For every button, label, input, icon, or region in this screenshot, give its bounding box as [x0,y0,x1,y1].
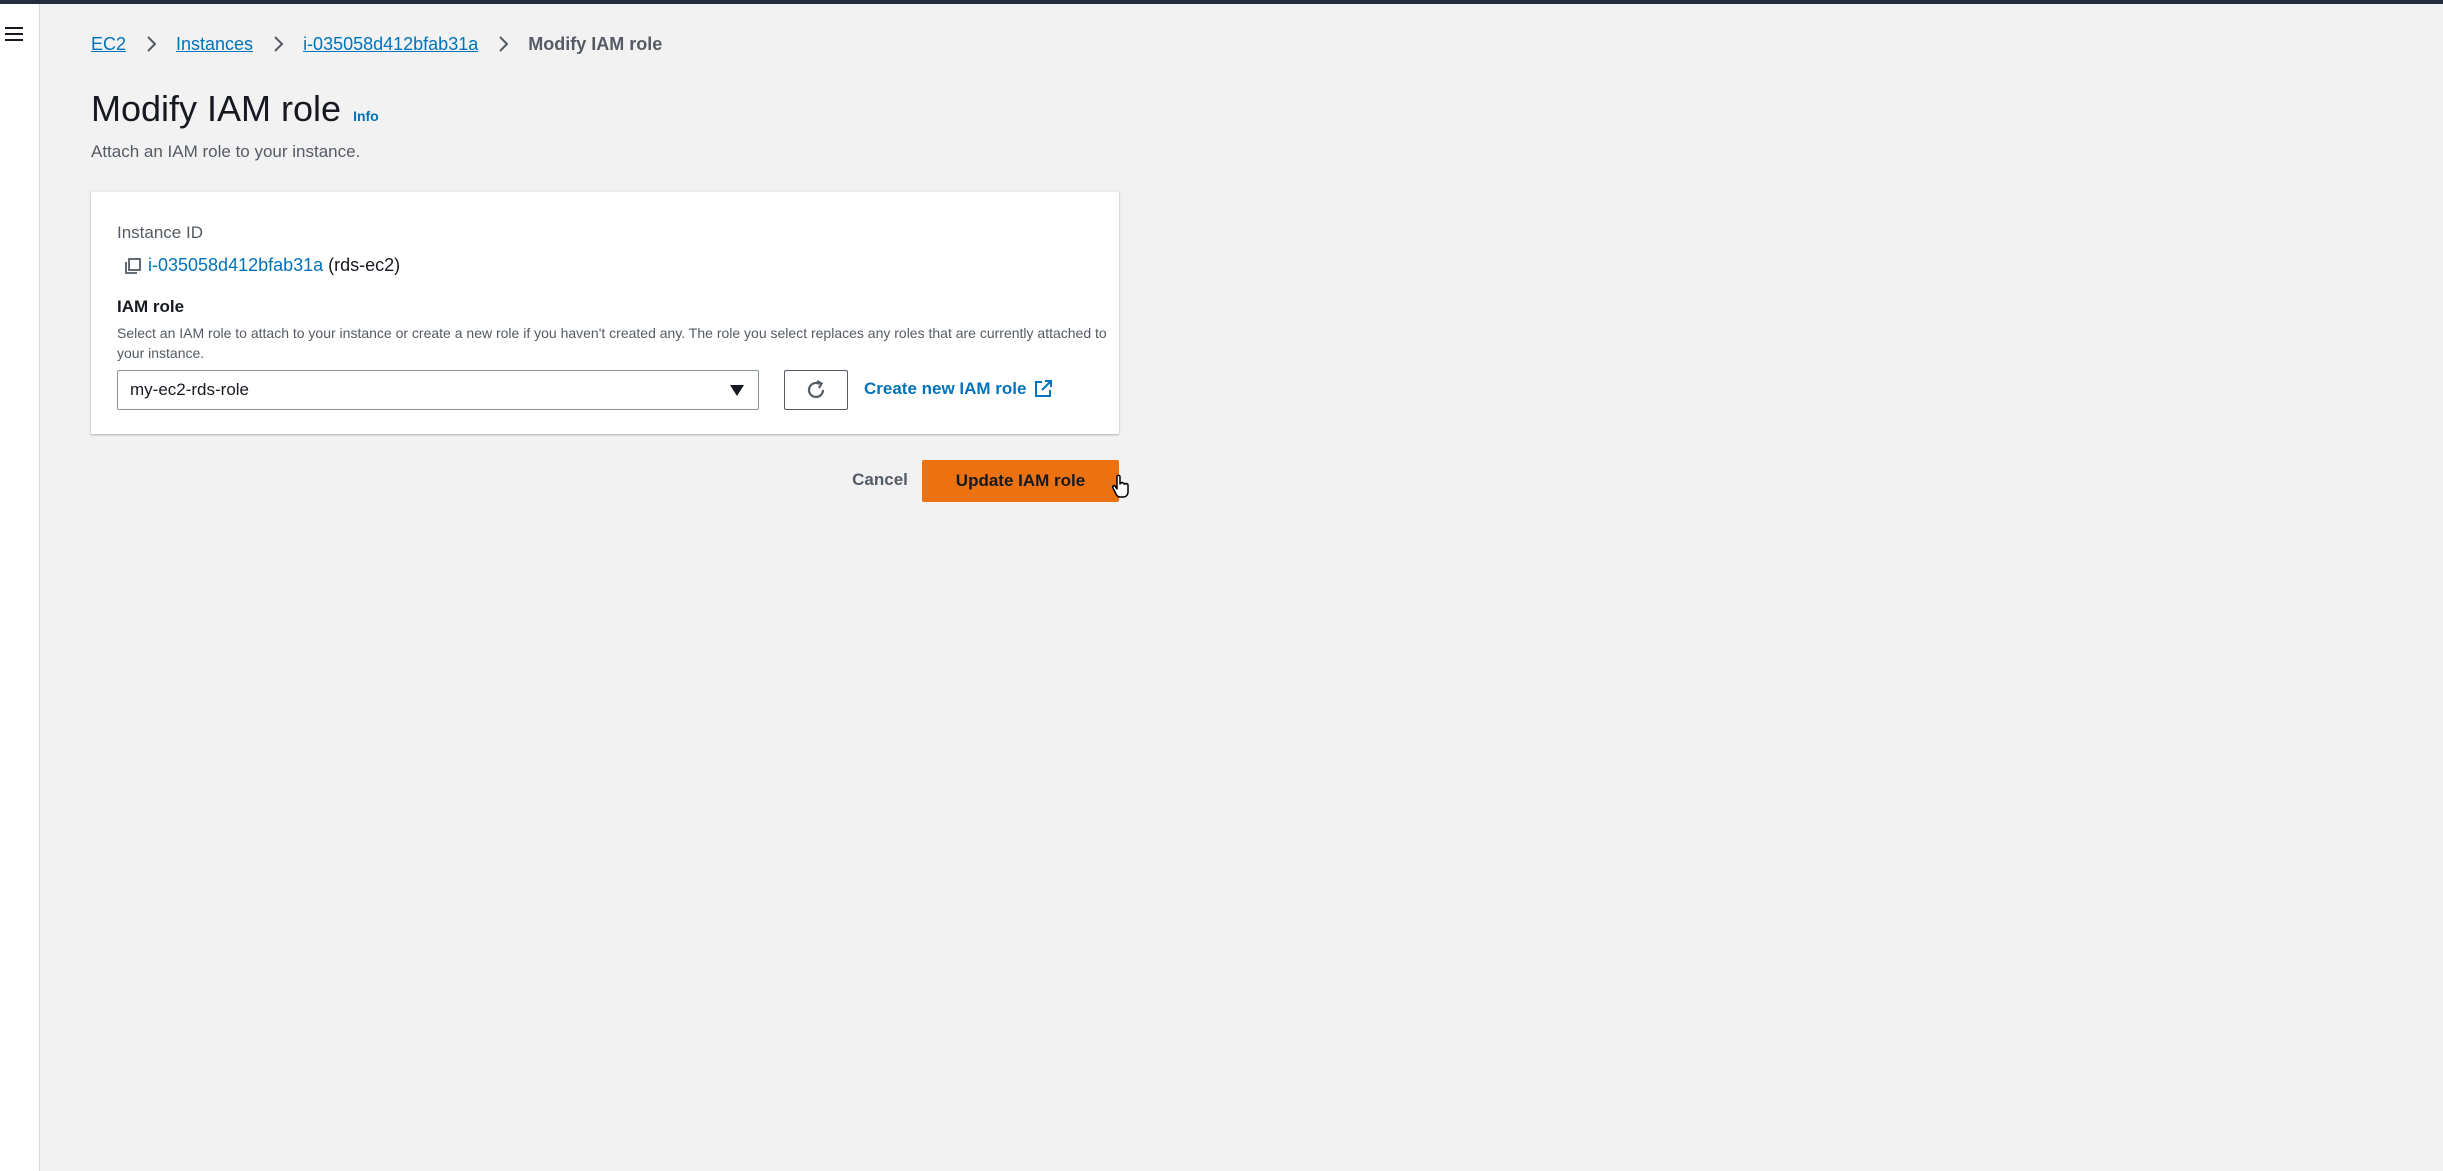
instance-id-link[interactable]: i-035058d412bfab31a [148,255,323,276]
top-strip [0,0,2443,4]
chevron-right-icon [267,33,289,55]
external-link-icon [1034,380,1052,397]
copy-icon[interactable] [124,257,142,275]
caret-down-icon [730,385,744,396]
update-iam-role-button[interactable]: Update IAM role [922,460,1119,502]
side-navigation [0,4,40,1171]
instance-name: (rds-ec2) [328,255,401,275]
iam-role-label: IAM role [117,297,185,316]
page-title: Modify IAM role [91,88,342,129]
breadcrumb-ec2[interactable]: EC2 [91,34,126,55]
page-header: Modify IAM role Info [91,88,379,130]
instance-id-label: Instance ID [117,223,203,242]
breadcrumb-current: Modify IAM role [528,33,663,54]
iam-role-select[interactable]: my-ec2-rds-role [117,370,759,410]
page-description: Attach an IAM role to your instance. [91,142,361,161]
modify-role-panel: Instance ID i-035058d412bfab31a (rds-ec2… [91,191,1119,434]
chevron-right-icon [140,33,162,55]
info-link[interactable]: Info [353,108,379,124]
refresh-button[interactable] [784,370,848,410]
breadcrumb-instances[interactable]: Instances [176,34,253,55]
breadcrumb-instance-id[interactable]: i-035058d412bfab31a [303,34,478,55]
hamburger-menu-icon[interactable] [5,26,25,42]
create-new-iam-role-label: Create new IAM role [864,379,1027,398]
breadcrumb: EC2 Instances i-035058d412bfab31a Modify… [91,32,662,56]
instance-id-row: i-035058d412bfab31a (rds-ec2) [124,255,400,276]
refresh-icon [807,380,825,399]
selected-role-value: my-ec2-rds-role [130,380,250,399]
cancel-button[interactable]: Cancel [825,460,935,500]
iam-role-description: Select an IAM role to attach to your ins… [117,325,1107,361]
create-new-iam-role-link[interactable]: Create new IAM role [864,379,1053,399]
chevron-right-icon [492,33,514,55]
